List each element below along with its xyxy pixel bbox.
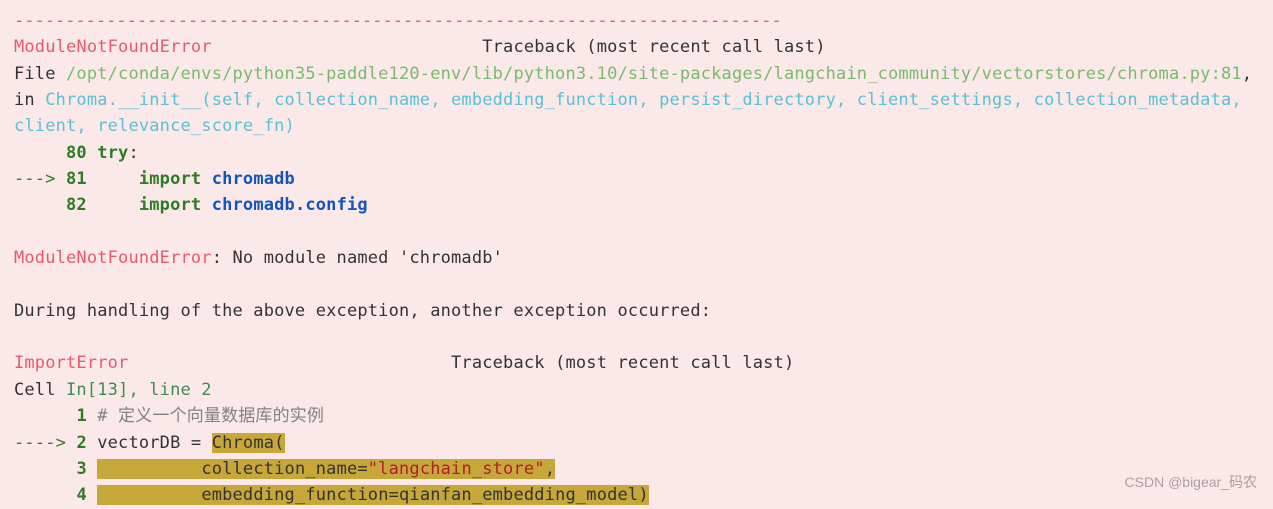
line-number: 81 <box>66 169 87 189</box>
line-number: 1 <box>76 406 86 426</box>
separator-line: ----------------------------------------… <box>14 8 1259 34</box>
traceback-label: Traceback (most recent call last) <box>451 353 794 373</box>
func-signature: Chroma.__init__(self, collection_name, e… <box>14 90 1252 136</box>
module-name: chromadb.config <box>212 195 368 215</box>
dash-sep: ----------------------------------------… <box>14 11 782 31</box>
code-line-3: 3 collection_name="langchain_store", <box>14 456 1259 482</box>
traceback-label: Traceback (most recent call last) <box>482 37 825 57</box>
code-line-81: ---> 81 import chromadb <box>14 166 1259 192</box>
error-type: ImportError <box>14 353 128 373</box>
error-message-1: ModuleNotFoundError: No module named 'ch… <box>14 245 1259 271</box>
module-name: chromadb <box>212 169 295 189</box>
arrow-icon: ----> <box>14 433 76 453</box>
arrow-icon: ---> <box>14 169 66 189</box>
error-type: ModuleNotFoundError <box>14 37 212 57</box>
code-line-1: 1 # 定义一个向量数据库的实例 <box>14 403 1259 429</box>
file-path: /opt/conda/envs/python35-paddle120-env/l… <box>66 64 1242 84</box>
code-line-82: 82 import chromadb.config <box>14 192 1259 218</box>
line-number: 3 <box>76 459 86 479</box>
error-header-1: ModuleNotFoundError Traceback (most rece… <box>14 34 1259 60</box>
during-handling: During handling of the above exception, … <box>14 298 1259 324</box>
cell-line: Cell In[13], line 2 <box>14 377 1259 403</box>
line-number: 80 <box>66 143 87 163</box>
code-line-2: ----> 2 vectorDB = Chroma( <box>14 430 1259 456</box>
cell-reference: In[13], line 2 <box>66 380 212 400</box>
error-header-2: ImportError Traceback (most recent call … <box>14 350 1259 376</box>
code-line-80: 80 try: <box>14 140 1259 166</box>
file-line: File /opt/conda/envs/python35-paddle120-… <box>14 61 1259 140</box>
watermark-text: CSDN @bigear_码农 <box>1125 472 1257 494</box>
line-number: 4 <box>76 485 86 505</box>
string-literal: "langchain_store" <box>368 459 545 479</box>
code-line-4: 4 embedding_function=qianfan_embedding_m… <box>14 482 1259 508</box>
line-number: 2 <box>76 433 86 453</box>
comment-text: # 定义一个向量数据库的实例 <box>97 406 324 426</box>
line-number: 82 <box>66 195 87 215</box>
